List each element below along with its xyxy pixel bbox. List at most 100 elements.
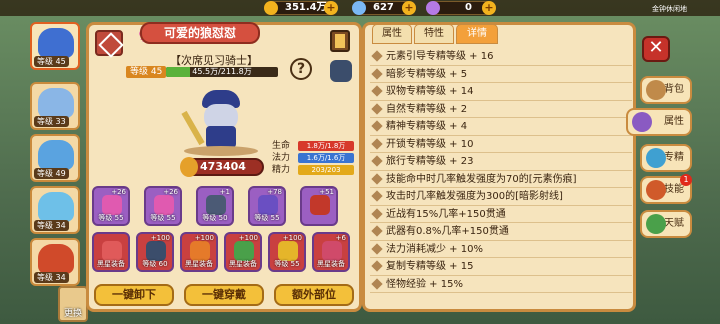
exp-bar: 45.5万/211.8万 [166, 67, 278, 77]
equipment-label: 黑星装备 [97, 260, 125, 268]
equipment-slot[interactable]: +100 黑星装备 [180, 232, 218, 272]
equip-all-button[interactable]: 一键穿戴 [184, 284, 264, 306]
side-menu-label: 技能 [664, 184, 684, 195]
hero-level: 等级 34 [34, 272, 69, 283]
equipment-slot[interactable]: +26 等级 55 [92, 186, 130, 226]
hero-level: 等级 45 [34, 56, 69, 67]
equipment-slot[interactable]: +51 [300, 186, 338, 226]
equipment-label: 等级 50 [202, 214, 228, 222]
side-menu-bag[interactable]: 背包 [640, 76, 692, 104]
swap-hero-button[interactable]: 更换 [58, 286, 88, 322]
detail-list[interactable]: 元素引导专精等级 + 16 暗影专精等级 + 5 驭物专精等级 + 14 自然专精等级… [370, 48, 632, 304]
extra-slot-button[interactable]: 额外部位 [274, 284, 354, 306]
hero-portrait-icon[interactable] [95, 30, 123, 56]
stat-energy: 精力 203/203 [272, 164, 358, 176]
skills-icon [646, 180, 666, 200]
diamond-bullet-icon [371, 190, 383, 202]
diamond-counter: 627 + [352, 1, 416, 15]
equipment-slot[interactable]: +26 等级 55 [144, 186, 182, 226]
tab-attributes[interactable]: 属性 [372, 24, 412, 44]
equipment-item-icon [102, 241, 122, 261]
diamond-bullet-icon [371, 277, 383, 290]
detail-text: 复制专精等级 + 15 [386, 261, 474, 272]
resource-bar: 351.4万 + 627 + 0 + 金钟休闲地 [0, 0, 720, 16]
hero-avatar [38, 140, 74, 170]
help-icon[interactable]: ? [290, 58, 312, 80]
equipment-label: 等级 55 [274, 260, 300, 268]
hero-tab-1[interactable]: 等级 45 [30, 22, 80, 70]
equipment-label: 黑星装备 [229, 260, 257, 268]
equipment-slot[interactable]: +1 等级 50 [196, 186, 234, 226]
hero-avatar [38, 244, 74, 274]
swap-label: 更换 [63, 309, 82, 319]
tab-traits[interactable]: 特性 [414, 24, 454, 44]
side-menu-label: 天赋 [664, 218, 684, 229]
close-button[interactable]: ✕ [642, 36, 670, 62]
side-menu-talent[interactable]: 天赋 [640, 210, 692, 238]
diamond-bullet-icon [371, 207, 383, 220]
equipment-label: 等级 55 [254, 214, 280, 222]
tab-details[interactable]: 详情 [456, 24, 498, 44]
armor-icon[interactable] [330, 60, 352, 82]
side-menu-mastery[interactable]: 专精 [640, 144, 692, 172]
hero-tab-2[interactable]: 等级 33 [30, 82, 80, 130]
detail-text: 精神专精等级 + 4 [386, 121, 468, 132]
notification-badge: 1 [680, 174, 692, 186]
add-gold-button[interactable]: + [324, 1, 338, 15]
book-icon[interactable] [330, 30, 350, 52]
equipment-slot[interactable]: +100 等级 55 [268, 232, 306, 272]
detail-row: 暗影专精等级 + 5 [370, 66, 632, 83]
enhance-count: +6 [335, 234, 346, 242]
detail-row: 法力消耗减少 + 10% [370, 241, 632, 258]
side-menu-label: 专精 [664, 152, 684, 163]
hero-tab-5[interactable]: 等级 34 [30, 238, 80, 286]
detail-row: 旅行专精等级 + 23 [370, 153, 632, 171]
stat-key: 法力 [272, 153, 291, 163]
detail-text: 旅行专精等级 + 23 [386, 156, 474, 167]
stat-mp: 法力 1.6万/1.6万 [272, 152, 358, 164]
hero-avatar [38, 88, 74, 118]
hero-level: 等级 33 [34, 116, 69, 127]
equipment-item-icon [310, 195, 330, 215]
add-diamond-button[interactable]: + [402, 1, 416, 15]
diamond-bullet-icon [371, 172, 383, 185]
equipment-item-icon [190, 241, 210, 261]
unequip-all-button[interactable]: 一键卸下 [94, 284, 174, 306]
hero-tab-4[interactable]: 等级 34 [30, 186, 80, 234]
detail-row: 攻击时几率触发强度为300的[暗影射线] [370, 188, 632, 206]
equipment-slot[interactable]: +78 等级 55 [248, 186, 286, 226]
diamond-bullet-icon [371, 242, 383, 255]
detail-row: 元素引导专精等级 + 16 [370, 48, 632, 66]
diamond-bullet-icon [371, 120, 383, 132]
attributes-icon [632, 112, 652, 132]
location-label: 金钟休闲地 [652, 5, 687, 13]
detail-text: 暗影专精等级 + 5 [386, 68, 468, 80]
equipment-item-icon [258, 195, 278, 215]
equipment-slot[interactable]: 黑星装备 [92, 232, 130, 272]
enhance-count: +100 [150, 234, 170, 242]
equipment-slot[interactable]: +6 黑星装备 [312, 232, 350, 272]
equipment-item-icon [146, 241, 166, 261]
equipment-item-icon [234, 241, 254, 261]
equipment-slot[interactable]: +100 等级 60 [136, 232, 174, 272]
side-menu-attributes[interactable]: 属性 [626, 108, 692, 136]
stat-value: 1.6万/1.6万 [298, 153, 354, 163]
add-gem-button[interactable]: + [482, 1, 496, 15]
enhance-count: +26 [111, 188, 126, 196]
bag-icon [646, 80, 666, 100]
diamond-bullet-icon [371, 225, 383, 237]
hero-tab-3[interactable]: 等级 49 [30, 134, 80, 182]
level-label: 等级 45 [126, 66, 167, 78]
hero-stats: 生命 1.8万/1.8万 法力 1.6万/1.6万 精力 203/203 [272, 140, 358, 176]
diamond-bullet-icon [371, 155, 383, 167]
diamond-bullet-icon [371, 260, 383, 272]
enhance-count: +1 [219, 188, 230, 196]
side-menu-skills[interactable]: 技能 1 [640, 174, 692, 204]
gem-value: 0 [465, 2, 472, 13]
detail-row: 技能命中时几率触发强度为70的[元素伤痕] [370, 171, 632, 188]
detail-row: 自然专精等级 + 2 [370, 101, 632, 118]
equipment-item-icon [278, 241, 298, 261]
power-value: 473404 [200, 160, 246, 173]
pedestal [184, 146, 258, 156]
equipment-slot[interactable]: +100 黑星装备 [224, 232, 262, 272]
